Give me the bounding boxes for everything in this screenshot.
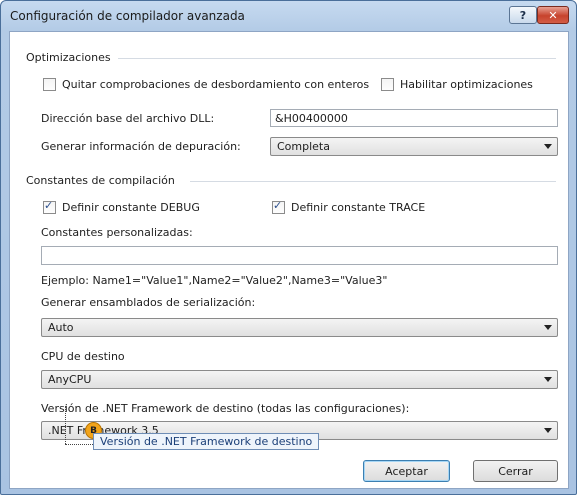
close-icon: ✕ — [548, 8, 558, 22]
chevron-down-icon — [544, 428, 552, 433]
dll-base-input[interactable]: &H00400000 — [270, 109, 558, 127]
enable-optimizations-label: Habilitar optimizaciones — [400, 78, 533, 91]
debug-info-combobox[interactable]: Completa — [270, 137, 558, 156]
accept-button[interactable]: Aceptar — [363, 460, 450, 482]
checkmark-icon: ✓ — [273, 199, 283, 212]
serialization-combobox[interactable]: Auto — [41, 318, 558, 337]
debug-info-value: Completa — [277, 140, 330, 153]
remove-overflow-label: Quitar comprobaciones de desbordamiento … — [62, 78, 370, 91]
chevron-down-icon — [544, 325, 552, 330]
close-button[interactable]: Cerrar — [473, 460, 558, 482]
target-cpu-label: CPU de destino — [41, 350, 125, 363]
define-debug-checkbox[interactable]: ✓ — [43, 199, 56, 214]
enable-optimizations-checkbox[interactable] — [381, 78, 394, 91]
debug-info-label: Generar información de depuración: — [41, 140, 241, 153]
define-trace-label: Definir constante TRACE — [291, 201, 426, 214]
example-text: Ejemplo: Name1="Value1",Name2="Value2",N… — [41, 274, 388, 287]
close-window-button[interactable]: ✕ — [537, 6, 569, 24]
constants-divider — [190, 181, 556, 182]
define-trace-checkbox[interactable]: ✓ — [272, 199, 285, 214]
serialization-label: Generar ensamblados de serialización: — [41, 296, 256, 309]
constants-group-label: Constantes de compilación — [26, 174, 181, 187]
dll-base-label: Dirección base del archivo DLL: — [41, 112, 215, 125]
custom-constants-input[interactable] — [41, 246, 558, 265]
serialization-value: Auto — [48, 321, 74, 334]
optimizations-divider — [118, 58, 556, 59]
dialog-title: Configuración de compilador avanzada — [10, 9, 245, 23]
accept-button-label: Aceptar — [385, 464, 428, 478]
optimizations-group-label: Optimizaciones — [26, 51, 117, 64]
framework-label: Versión de .NET Framework de destino (to… — [41, 402, 410, 415]
question-icon: ? — [519, 8, 527, 22]
close-button-label: Cerrar — [498, 464, 533, 478]
define-debug-label: Definir constante DEBUG — [62, 201, 200, 214]
callout-leader-line — [65, 406, 66, 444]
dialog-window: Configuración de compilador avanzada ? ✕… — [0, 0, 577, 495]
callout-leader-line-horizontal — [65, 444, 93, 445]
title-bar[interactable]: Configuración de compilador avanzada ? ✕ — [1, 1, 576, 31]
chevron-down-icon — [544, 377, 552, 382]
help-button[interactable]: ? — [509, 6, 537, 24]
target-cpu-value: AnyCPU — [48, 373, 92, 386]
remove-overflow-checkbox[interactable] — [43, 78, 56, 91]
dialog-body: Optimizaciones Quitar comprobaciones de … — [9, 31, 569, 489]
checkmark-icon: ✓ — [44, 199, 54, 212]
custom-constants-label: Constantes personalizadas: — [41, 226, 193, 239]
target-cpu-combobox[interactable]: AnyCPU — [41, 370, 558, 389]
chevron-down-icon — [544, 144, 552, 149]
callout-label: Versión de .NET Framework de destino — [93, 433, 320, 450]
